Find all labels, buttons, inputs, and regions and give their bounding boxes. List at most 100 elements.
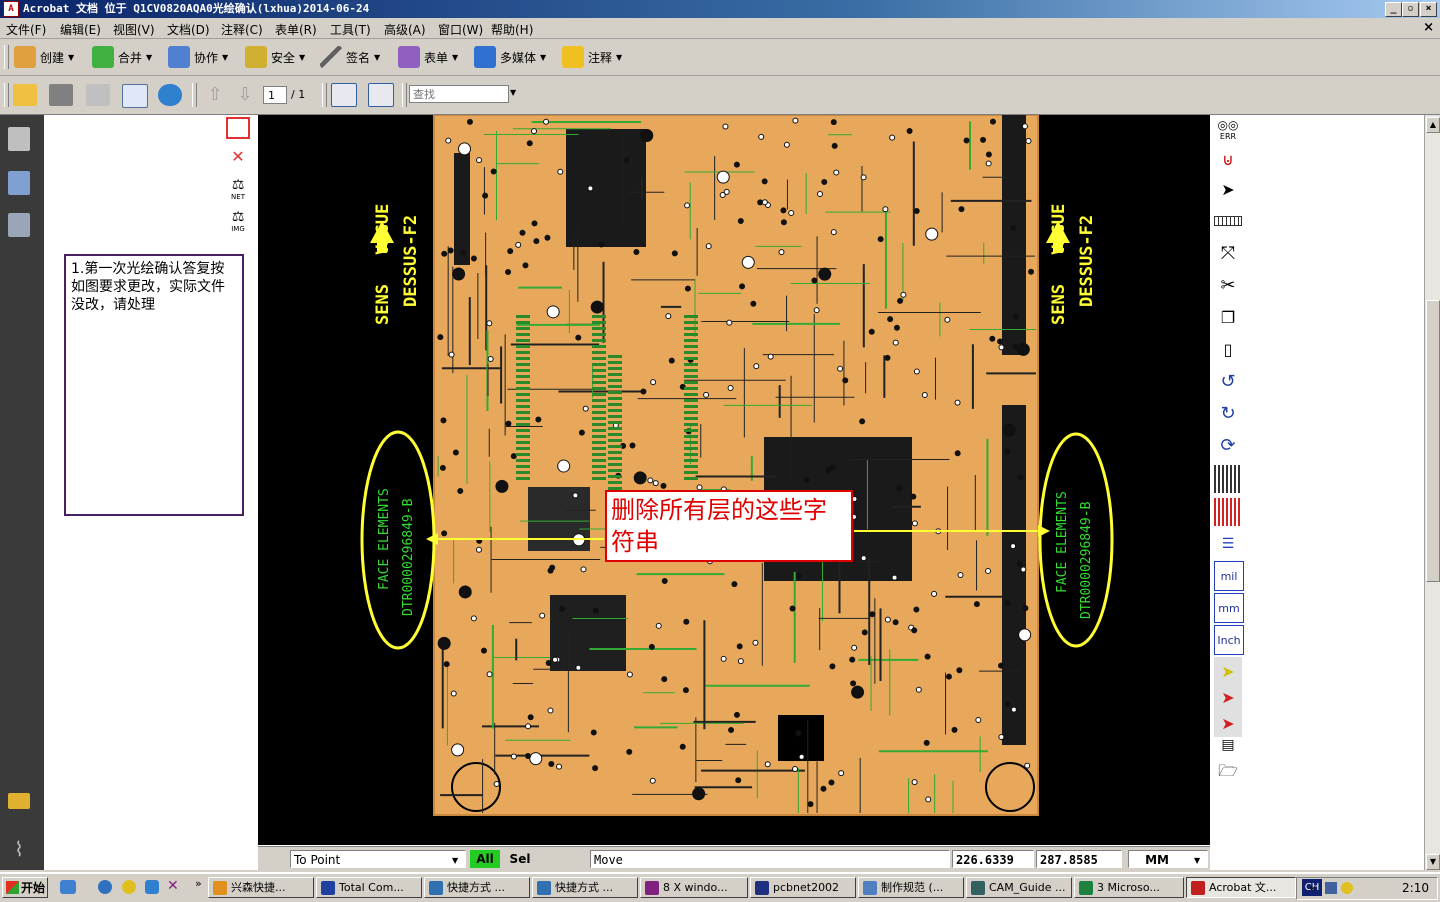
previous-page-icon[interactable]: ⇧ [203, 84, 227, 106]
search-input[interactable] [409, 85, 509, 103]
net-icon[interactable]: ⚖ NET [226, 177, 250, 201]
quicklaunch-icon[interactable] [60, 880, 76, 894]
grid-red-icon[interactable] [1214, 498, 1242, 526]
taskbar-item[interactable]: 兴森快捷... [208, 877, 314, 898]
next-page-icon[interactable]: ⇩ [233, 84, 257, 106]
x-app-icon[interactable]: ✕ [167, 878, 179, 894]
taskbar-item[interactable]: 快捷方式 ... [532, 877, 638, 898]
web-icon[interactable] [158, 84, 182, 106]
create-button[interactable]: 创建 ▼ [14, 45, 74, 69]
menu-edit[interactable]: 编辑(E) [60, 21, 101, 38]
comments-icon[interactable] [8, 793, 30, 809]
close-window-button[interactable]: × [1420, 2, 1437, 17]
scroll-up-arrow[interactable]: ▲ [1426, 117, 1440, 133]
unit-mil-button[interactable]: mil [1214, 561, 1244, 591]
taskbar-item[interactable]: 制作规范 (... [858, 877, 964, 898]
print-icon[interactable] [49, 84, 73, 106]
attachments-icon[interactable]: ⌇ [8, 837, 30, 861]
menu-help[interactable]: 帮助(H) [491, 21, 533, 38]
toolbar-grip[interactable] [4, 45, 9, 69]
menu-forms[interactable]: 表单(R) [275, 21, 317, 38]
layer-list-icon[interactable]: ▤ [1214, 731, 1242, 759]
multimedia-button[interactable]: 多媒体 ▼ [474, 45, 546, 69]
menu-advanced[interactable]: 高级(A) [384, 21, 426, 38]
face-left-code: DTR0000296849-B [401, 498, 416, 616]
grid-icon[interactable] [1214, 465, 1242, 493]
pages-icon[interactable] [8, 127, 30, 151]
unit-mm-button[interactable]: mm [1214, 593, 1244, 623]
taskbar-item[interactable]: pcbnet2002 [750, 877, 856, 898]
taskbar-item[interactable]: 3 Microso... [1074, 877, 1184, 898]
magnet-icon[interactable]: ⊍ [1214, 145, 1242, 173]
select-sel-button[interactable]: Sel [506, 850, 534, 868]
comment-button[interactable]: 注释 ▼ [562, 45, 622, 69]
bookmarks-icon[interactable] [8, 171, 30, 195]
more-quicklaunch[interactable]: » [195, 877, 202, 890]
forms-button[interactable]: 表单 ▼ [398, 45, 458, 69]
taskbar-item[interactable]: CAM_Guide ... [966, 877, 1072, 898]
fit-width-icon[interactable] [331, 83, 357, 107]
select-yellow-icon[interactable]: ➤ [1214, 657, 1242, 685]
binoculars-icon[interactable]: ◎◎ ERR [1214, 115, 1242, 143]
combine-button[interactable]: 合并 ▼ [92, 45, 152, 69]
folder-open-icon[interactable]: 🗁 [1214, 759, 1242, 787]
connector-right [1002, 405, 1026, 745]
undo-icon[interactable]: ↺ [1214, 367, 1242, 395]
img-icon[interactable]: ⚖ IMG [226, 209, 250, 233]
snap-mode-select[interactable]: To Point [290, 850, 466, 868]
ruler-icon[interactable] [1214, 207, 1242, 235]
open-folder-icon[interactable] [13, 84, 37, 106]
pcb-pad [816, 191, 823, 198]
taskbar-item-active[interactable]: Acrobat 文... [1186, 877, 1296, 898]
scissors-icon[interactable]: ✂ [1214, 271, 1242, 299]
comment-note[interactable]: 1.第一次光绘确认答复按如图要求更改，实际文件没改，请处理 [64, 254, 244, 516]
collaborate-button[interactable]: 协作 ▼ [168, 45, 228, 69]
refresh-icon[interactable]: ⟳ [1214, 431, 1242, 459]
menu-document[interactable]: 文档(D) [167, 21, 210, 38]
taskbar-item[interactable]: 快捷方式 ... [424, 877, 530, 898]
secure-button[interactable]: 安全 ▼ [245, 45, 305, 69]
paste-icon[interactable]: ▯ [1214, 335, 1242, 363]
sign-button[interactable]: 签名 ▼ [320, 45, 380, 69]
check-cross-icon[interactable]: ✕ [226, 147, 250, 169]
app-icon[interactable] [145, 880, 159, 894]
move-icon[interactable]: ⤧ [1214, 239, 1242, 267]
select-all-button[interactable]: All [470, 850, 500, 868]
taskbar-item[interactable]: 8 X windo... [640, 877, 748, 898]
fit-page-icon[interactable] [368, 83, 394, 107]
clock-icon[interactable] [122, 880, 136, 894]
restore-button[interactable]: ▫ [1402, 2, 1419, 17]
signatures-icon[interactable] [8, 213, 30, 237]
network-icon[interactable] [1325, 882, 1337, 894]
search-dropdown-icon[interactable]: ▼ [510, 88, 516, 97]
snap-dropdown-icon[interactable]: ▼ [452, 856, 458, 865]
start-button[interactable]: 开始 [2, 877, 48, 898]
taskbar-item[interactable]: Total Com... [316, 877, 422, 898]
tray-expand-icon[interactable]: « [1309, 878, 1316, 898]
page-number-input[interactable]: 1 [263, 86, 287, 104]
toolbar-grip[interactable] [4, 83, 9, 107]
redo-icon[interactable]: ↻ [1214, 399, 1242, 427]
menu-window[interactable]: 窗口(W) [438, 21, 483, 38]
pointer-icon[interactable]: ➤ [1214, 175, 1242, 203]
scroll-down-arrow[interactable]: ▼ [1426, 854, 1440, 870]
copy-icon[interactable]: ❐ [1214, 303, 1242, 331]
close-document-button[interactable]: × [1423, 20, 1434, 35]
menu-tools[interactable]: 工具(T) [330, 21, 371, 38]
select-red-icon[interactable]: ➤ [1214, 683, 1242, 711]
email-icon[interactable] [122, 84, 148, 108]
menu-comments[interactable]: 注释(C) [221, 21, 263, 38]
scroll-thumb[interactable] [1426, 300, 1440, 582]
pcb-pin [684, 321, 698, 324]
save-icon[interactable] [86, 84, 110, 106]
tray-clock-icon[interactable] [1341, 882, 1353, 894]
menu-file[interactable]: 文件(F) [6, 21, 46, 38]
list-icon[interactable] [226, 117, 250, 139]
menu-view[interactable]: 视图(V) [113, 21, 155, 38]
unit-dropdown-icon[interactable]: ▼ [1194, 856, 1200, 865]
layers-icon[interactable]: ☰ [1214, 530, 1242, 558]
ie-icon[interactable] [98, 880, 112, 894]
pcb-canvas[interactable]: SENS VAGUE DESSUS-F2 FACE ELEMENTS DTR00… [258, 115, 1210, 845]
minimize-button[interactable]: _ [1385, 2, 1402, 17]
unit-inch-button[interactable]: Inch [1214, 625, 1244, 655]
